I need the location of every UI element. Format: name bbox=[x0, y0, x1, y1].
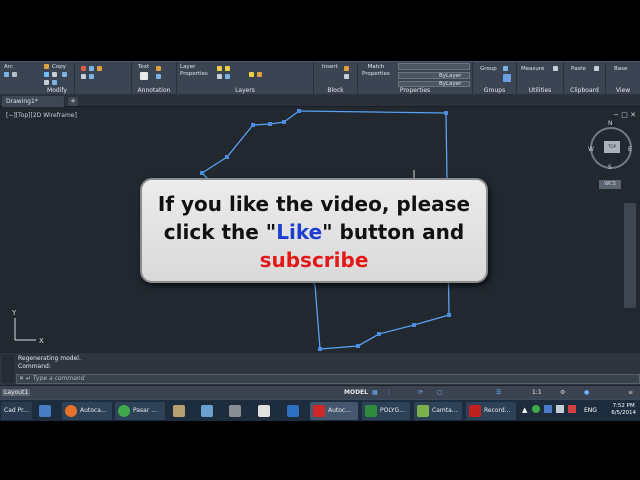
tray-clock[interactable]: 7:52 PM 6/5/2014 bbox=[611, 403, 636, 417]
taskbar-item-autocad[interactable]: Autoc... bbox=[310, 402, 358, 420]
taskbar-item-camtasia-label: Camta... bbox=[432, 407, 458, 414]
taskbar-item-cad[interactable]: Cad Pr... bbox=[1, 402, 32, 420]
grip-point[interactable] bbox=[412, 323, 416, 327]
grip-point[interactable] bbox=[268, 122, 272, 126]
workspace-gear-icon[interactable]: ⚙ bbox=[560, 389, 565, 396]
tray-chrome-icon[interactable] bbox=[532, 405, 540, 413]
layout-tab[interactable]: Layout1 bbox=[2, 389, 31, 396]
command-placeholder: Type a command bbox=[32, 375, 85, 382]
grip-point[interactable] bbox=[200, 171, 204, 175]
tray-time: 7:52 PM bbox=[612, 403, 635, 409]
callout-line-2-start: click the " bbox=[163, 220, 277, 244]
grip-point[interactable] bbox=[444, 111, 448, 115]
taskbar-item-cad-label: Cad Pr... bbox=[4, 407, 29, 414]
letterbox-bottom bbox=[0, 421, 640, 480]
tray-network-icon[interactable] bbox=[544, 405, 552, 413]
tray-flag-icon[interactable] bbox=[568, 405, 576, 413]
callout-line-2-end: " button and bbox=[322, 220, 465, 244]
annotation-icon[interactable]: ☰ bbox=[496, 389, 501, 396]
command-history: Regenerating model. Command: bbox=[18, 355, 81, 371]
model-space-toggle[interactable]: MODEL bbox=[344, 389, 368, 396]
command-line-area: Regenerating model. Command: ✕ ↵ Type a … bbox=[0, 353, 640, 385]
screen: { "ribbon":{ "panels":[ {"title":"Modify… bbox=[0, 0, 640, 480]
taskbar-item-excel[interactable]: POLYG... bbox=[362, 402, 410, 420]
taskbar-item-autocad-label: Autoc... bbox=[328, 407, 351, 414]
taskbar-item-recorder-label: Record... bbox=[484, 407, 511, 414]
snap-icon[interactable]: ⋮ bbox=[386, 389, 392, 396]
callout-subscribe-word: subscribe bbox=[259, 248, 369, 272]
grid-icon[interactable]: ▦ bbox=[372, 389, 378, 396]
polar-icon[interactable]: ⟳ bbox=[418, 389, 423, 396]
taskbar-item-recorder[interactable]: Record... bbox=[466, 402, 516, 420]
grip-point[interactable] bbox=[251, 123, 255, 127]
navigation-bar[interactable] bbox=[624, 203, 636, 308]
taskbar-wrench-icon[interactable] bbox=[226, 402, 248, 420]
taskbar-paint-icon[interactable] bbox=[170, 402, 192, 420]
command-history-line-2: Command: bbox=[18, 363, 51, 370]
subscribe-callout: If you like the video, please click the … bbox=[140, 178, 488, 283]
taskbar-apps-icon[interactable] bbox=[255, 402, 277, 420]
grip-point[interactable] bbox=[297, 109, 301, 113]
taskbar-item-chrome[interactable]: Pasar ... bbox=[115, 402, 165, 420]
wcs-menu[interactable]: WCS bbox=[599, 180, 621, 189]
grip-point[interactable] bbox=[282, 120, 286, 124]
status-bar: Layout1 MODEL ▦ ⋮ ⟳ ▢ ☰ 1:1 ⚙ ● ≡ bbox=[0, 385, 640, 399]
command-handle[interactable] bbox=[2, 355, 14, 383]
grip-point[interactable] bbox=[447, 313, 451, 317]
ucs-x-label: X bbox=[39, 337, 44, 345]
viewcube-top[interactable]: TOP bbox=[604, 141, 620, 153]
annotation-scale[interactable]: 1:1 bbox=[532, 389, 542, 396]
command-close-icon[interactable]: ✕ ↵ bbox=[19, 375, 31, 382]
tray-show-hidden-icon[interactable]: ▲ bbox=[522, 406, 527, 414]
taskbar-item-firefox-label: Autoca... bbox=[80, 407, 107, 414]
windows-taskbar: Cad Pr... Autoca... Pasar ... Autoc... P… bbox=[0, 399, 640, 421]
viewcube-compass[interactable]: TOP bbox=[590, 127, 632, 169]
customize-icon[interactable]: ≡ bbox=[628, 389, 633, 396]
grip-point[interactable] bbox=[377, 332, 381, 336]
taskbar-explorer-icon[interactable] bbox=[36, 402, 58, 420]
tray-date: 6/5/2014 bbox=[611, 410, 636, 416]
taskbar-item-chrome-label: Pasar ... bbox=[133, 407, 157, 414]
callout-like-word: Like bbox=[276, 220, 323, 244]
taskbar-item-firefox[interactable]: Autoca... bbox=[62, 402, 112, 420]
command-input[interactable]: ✕ ↵ Type a command bbox=[16, 374, 640, 384]
taskbar-item-excel-label: POLYG... bbox=[380, 407, 405, 414]
taskbar-tool-icon[interactable] bbox=[198, 402, 220, 420]
callout-line-2: click the "Like" button and bbox=[142, 218, 486, 246]
grip-point[interactable] bbox=[318, 347, 322, 351]
compass-w[interactable]: W bbox=[588, 146, 594, 153]
tray-volume-icon[interactable] bbox=[556, 405, 564, 413]
grip-point[interactable] bbox=[356, 344, 360, 348]
tray-language[interactable]: ENG bbox=[584, 407, 597, 414]
taskbar-app-icon[interactable] bbox=[284, 402, 306, 420]
osnap-icon[interactable]: ▢ bbox=[437, 389, 443, 396]
ucs-y-label: Y bbox=[11, 309, 17, 317]
compass-s[interactable]: S bbox=[608, 164, 612, 171]
compass-e[interactable]: E bbox=[628, 146, 632, 153]
grip-point[interactable] bbox=[225, 155, 229, 159]
ucs-icon bbox=[14, 318, 36, 341]
isolate-icon[interactable]: ● bbox=[584, 389, 589, 396]
command-history-line-1: Regenerating model. bbox=[18, 355, 81, 362]
taskbar-item-camtasia[interactable]: Camta... bbox=[414, 402, 462, 420]
callout-line-1: If you like the video, please bbox=[157, 192, 471, 216]
compass-n[interactable]: N bbox=[608, 120, 613, 127]
